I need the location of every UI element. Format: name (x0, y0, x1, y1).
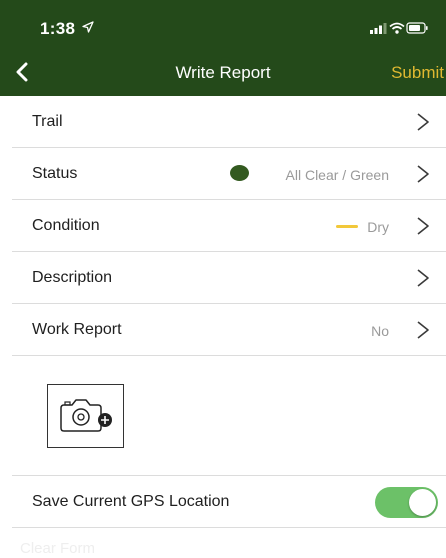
chevron-right-icon (417, 113, 429, 131)
row-label: Work Report (32, 321, 122, 338)
battery-icon (406, 22, 428, 34)
nav-bar: Write Report Submit (0, 48, 446, 96)
row-condition[interactable]: Condition Dry (0, 200, 446, 252)
condition-value: Dry (367, 219, 389, 235)
chevron-right-icon (417, 165, 429, 183)
row-status[interactable]: Status All Clear / Green (0, 148, 446, 200)
divider (12, 527, 446, 528)
work-report-value: No (371, 323, 389, 339)
chevron-right-icon (417, 269, 429, 287)
row-label: Status (32, 165, 78, 182)
add-photo-button[interactable] (47, 384, 124, 448)
location-arrow-icon (82, 21, 94, 33)
chevron-right-icon (417, 321, 429, 339)
clear-form-button[interactable]: Clear Form (20, 540, 95, 557)
gps-toggle[interactable] (375, 487, 438, 518)
gps-row: Save Current GPS Location (0, 475, 446, 528)
divider (12, 355, 446, 356)
row-work-report[interactable]: Work Report No (0, 304, 446, 356)
row-label: Trail (32, 113, 63, 130)
row-label: Condition (32, 217, 100, 234)
signal-icon (370, 23, 387, 34)
gps-label: Save Current GPS Location (32, 493, 230, 510)
divider (12, 475, 446, 476)
row-label: Description (32, 269, 113, 286)
chevron-right-icon (417, 217, 429, 235)
row-description[interactable]: Description (0, 252, 446, 304)
status-green-dot-icon (230, 165, 249, 181)
status-time: 1:38 (40, 19, 76, 38)
system-icons (370, 22, 428, 34)
condition-dry-line-icon (336, 225, 358, 228)
wifi-icon (389, 22, 405, 34)
toggle-knob (409, 489, 436, 516)
submit-button[interactable]: Submit (391, 63, 444, 83)
camera-add-icon (60, 399, 112, 432)
row-trail[interactable]: Trail (0, 96, 446, 148)
status-value: All Clear / Green (285, 167, 389, 183)
page-title: Write Report (175, 63, 271, 82)
status-bar: 1:38 (0, 0, 446, 48)
